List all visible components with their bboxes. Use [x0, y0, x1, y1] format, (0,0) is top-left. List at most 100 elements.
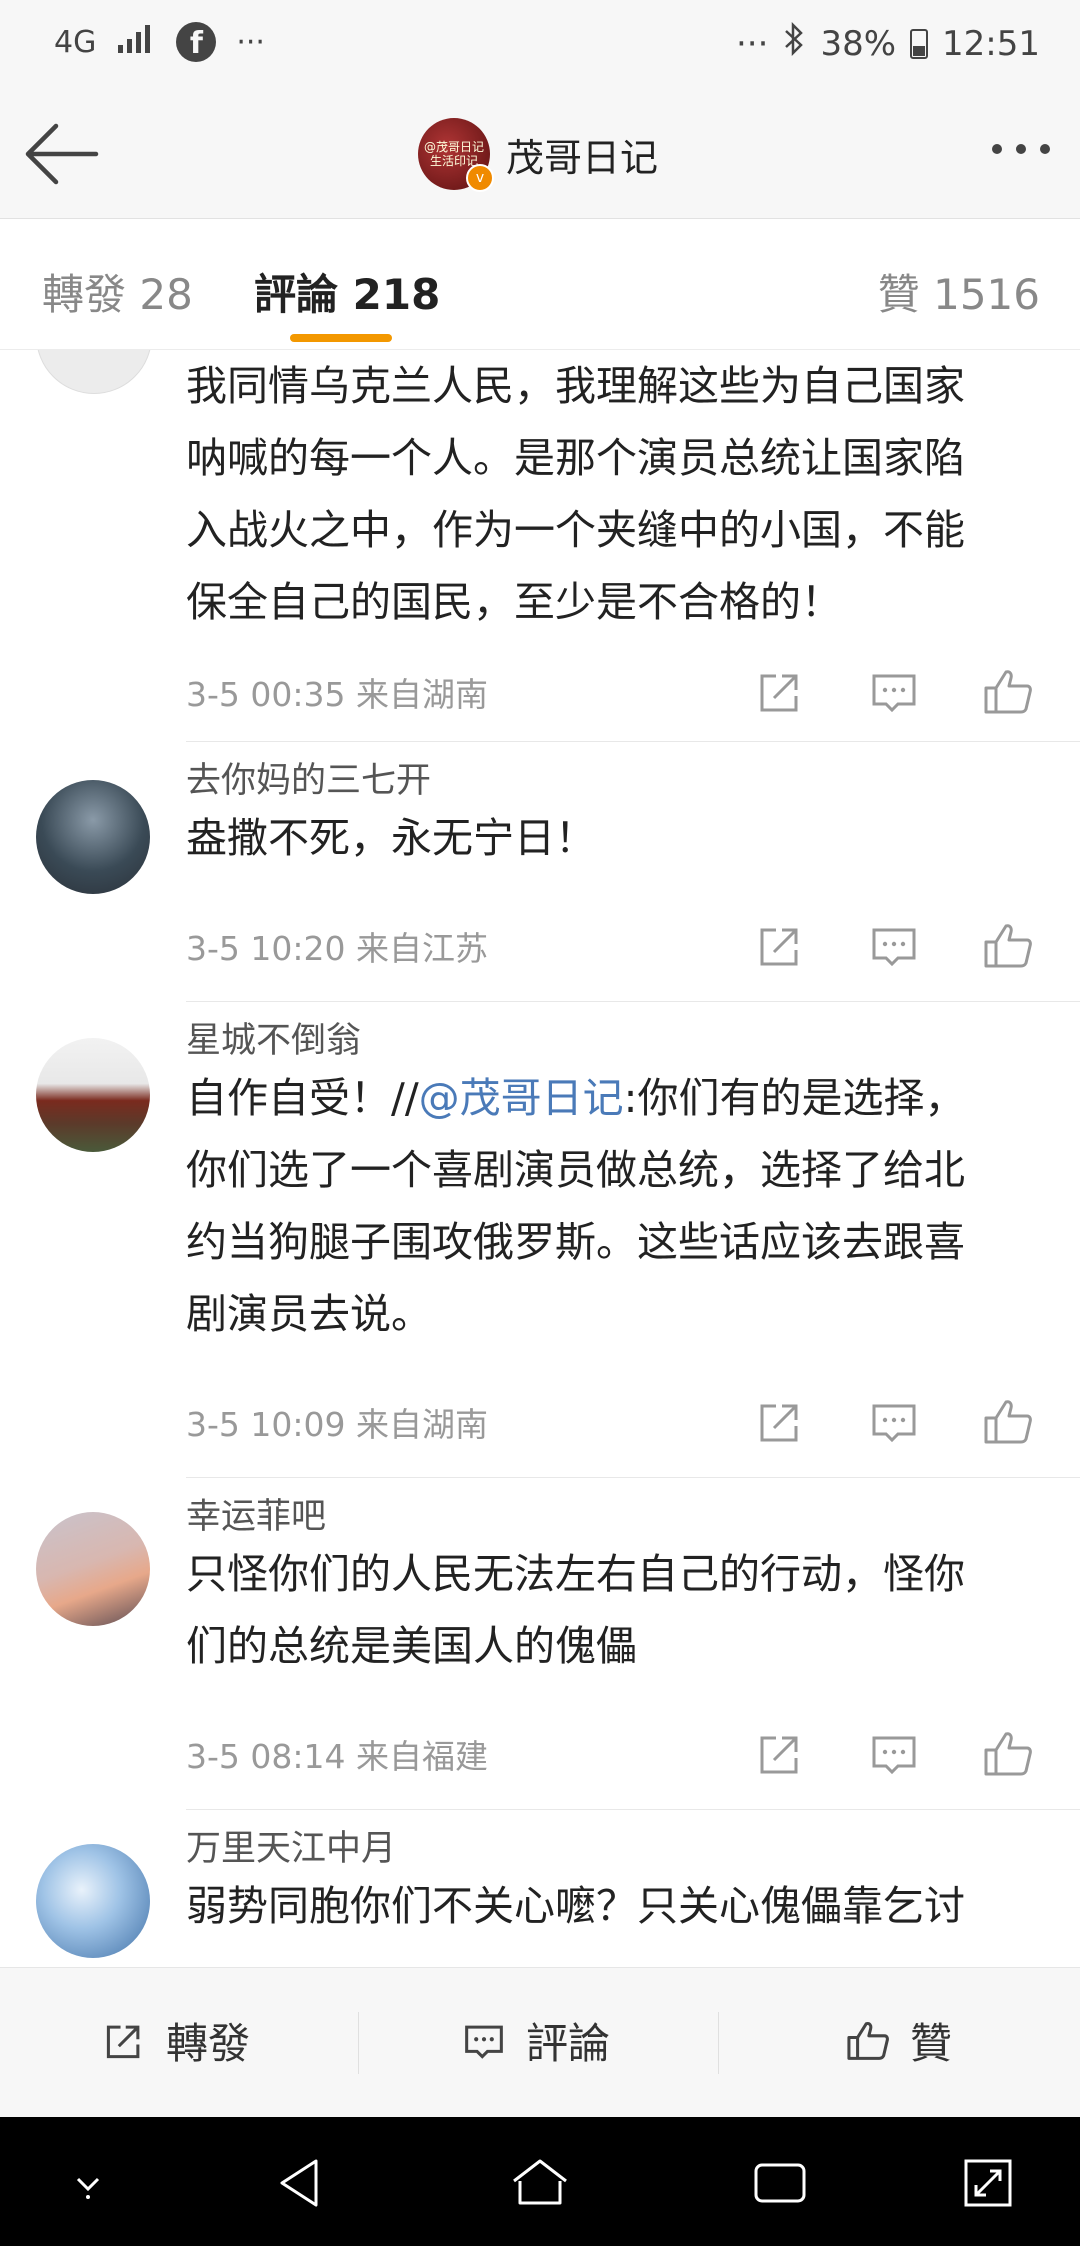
- more-notifications-icon: ···: [236, 24, 265, 60]
- share-icon[interactable]: [750, 1392, 810, 1452]
- tab-likes[interactable]: 贊 1516: [878, 261, 1040, 322]
- comment-meta: 3-5 10:20 来自江苏: [186, 929, 488, 968]
- comment-suffix: :你们有的是选择，: [623, 1074, 966, 1122]
- tab-comments[interactable]: 評論 218: [254, 261, 440, 322]
- comment-button[interactable]: 評論: [458, 2010, 610, 2071]
- comment-line: 入战火之中，作为一个夹缝中的小国，不能: [186, 506, 965, 554]
- account-avatar[interactable]: @茂哥日记 生活印记 v: [418, 118, 494, 192]
- tab-reposts[interactable]: 轉發 28: [42, 261, 193, 322]
- avatar[interactable]: [36, 1038, 150, 1152]
- verified-badge-icon: v: [466, 164, 494, 192]
- status-right: ··· 38% 12:51: [736, 21, 1040, 65]
- like-icon[interactable]: [978, 662, 1038, 722]
- comment-icon[interactable]: [864, 1392, 924, 1452]
- more-dot-icon: [1016, 144, 1026, 154]
- comment-content: 去你妈的三七开 盎撒不死，永无宁日！: [186, 760, 1046, 874]
- repost-label: 轉發: [166, 2019, 251, 2068]
- avatar[interactable]: [36, 350, 152, 394]
- comment-line: 呐喊的每一个人。是那个演员总统让国家陷: [186, 434, 965, 482]
- comment-username[interactable]: 去你妈的三七开: [186, 760, 1046, 802]
- divider: [186, 1809, 1080, 1810]
- chevron-down-icon: [76, 2177, 100, 2199]
- comment-prefix: 自作自受！//: [186, 1074, 419, 1122]
- signal-icon: [116, 23, 156, 61]
- comment-meta: 3-5 08:14 来自福建: [186, 1737, 488, 1776]
- comment-actions: [750, 1724, 1080, 1784]
- comment-meta: 3-5 10:09 来自湖南: [186, 1405, 488, 1444]
- back-triangle-icon: [280, 2159, 318, 2207]
- comment-line: 我同情乌克兰人民，我理解这些为自己国家: [186, 362, 965, 410]
- comment-meta: 3-5 00:35 来自湖南: [186, 675, 488, 714]
- home-icon: [513, 2159, 567, 2205]
- arrow-left-icon: [25, 123, 99, 185]
- divider: [358, 2012, 359, 2074]
- status-left: 4G f ···: [54, 22, 265, 62]
- comment-icon: [465, 2025, 503, 2059]
- comment-icon[interactable]: [864, 662, 924, 722]
- avatar[interactable]: [36, 780, 150, 894]
- divider: [718, 2012, 719, 2074]
- like-label: 贊: [910, 2019, 953, 2068]
- page-title: 茂哥日记: [506, 135, 659, 180]
- like-icon[interactable]: [978, 1724, 1038, 1784]
- comment-icon[interactable]: [864, 1724, 924, 1784]
- facebook-icon: f: [176, 22, 217, 62]
- tab-bar: 轉發 28 評論 218 贊 1516: [0, 219, 1080, 350]
- title-bar: @茂哥日记 生活印记 v 茂哥日记: [0, 92, 1080, 219]
- bottom-action-bar: 轉發 評論 贊: [0, 1967, 1080, 2118]
- nav-back-button[interactable]: [268, 2151, 332, 2215]
- nav-home-button[interactable]: [508, 2151, 572, 2215]
- account-header[interactable]: @茂哥日记 生活印记 v 茂哥日记: [418, 118, 659, 192]
- comment-line: 盎撒不死，永无宁日！: [186, 814, 596, 862]
- battery-icon: [910, 28, 929, 59]
- divider: [186, 1477, 1080, 1478]
- comment-username[interactable]: 星城不倒翁: [186, 1020, 1046, 1062]
- avatar[interactable]: [36, 1512, 150, 1626]
- hide-keyboard-button[interactable]: [56, 2151, 120, 2215]
- comment-content: 星城不倒翁 自作自受！//@茂哥日记:你们有的是选择， 你们选了一个喜剧演员做总…: [186, 1020, 1046, 1350]
- comment-line: 你们选了一个喜剧演员做总统，选择了给北: [186, 1146, 965, 1194]
- more-dot-icon: [1040, 144, 1050, 154]
- comment-line: 自作自受！//@茂哥日记:你们有的是选择，: [186, 1062, 1046, 1134]
- comment-label: 評論: [526, 2019, 611, 2068]
- share-icon[interactable]: [750, 1724, 810, 1784]
- bluetooth-icon: [782, 21, 806, 65]
- back-button[interactable]: [22, 118, 102, 190]
- like-icon[interactable]: [978, 916, 1038, 976]
- comment-line: 弱势同胞你们不关心嚒？只关心傀儡靠乞讨: [186, 1882, 965, 1930]
- comment-content: 万里天江中月 弱势同胞你们不关心嚒？只关心傀儡靠乞讨: [186, 1828, 1046, 1942]
- screen-resize-button[interactable]: [956, 2151, 1020, 2215]
- comment-line: 们的总统是美国人的傀儡: [186, 1622, 637, 1670]
- comment-line: 约当狗腿子围攻俄罗斯。这些话应该去跟喜: [186, 1218, 965, 1266]
- comment-username[interactable]: 幸运菲吧: [186, 1496, 1046, 1538]
- comment-actions: [750, 662, 1080, 722]
- like-icon[interactable]: [978, 1392, 1038, 1452]
- like-icon: [847, 2021, 889, 2060]
- comment-actions: [750, 1392, 1080, 1452]
- more-dot-icon: [992, 144, 1002, 154]
- share-icon[interactable]: [750, 662, 810, 722]
- comment-content: 幸运菲吧 只怪你们的人民无法左右自己的行动，怪你 们的总统是美国人的傀儡: [186, 1496, 1046, 1682]
- share-icon: [106, 2025, 140, 2058]
- comment-line: 剧演员去说。: [186, 1290, 432, 1338]
- comment-line: 保全自己的国民，至少是不合格的！: [186, 578, 842, 626]
- comment-username[interactable]: 万里天江中月: [186, 1828, 1046, 1870]
- status-bar: 4G f ··· ··· 38% 12:51: [0, 0, 1080, 92]
- comment-actions: [750, 916, 1080, 976]
- nav-recents-button[interactable]: [748, 2151, 812, 2215]
- divider: [186, 1001, 1080, 1002]
- battery-percent: 38%: [820, 23, 897, 64]
- divider: [186, 741, 1080, 742]
- more-options-button[interactable]: [992, 144, 1050, 154]
- comment-list[interactable]: 我同情乌克兰人民，我理解这些为自己国家 呐喊的每一个人。是那个演员总统让国家陷 …: [0, 350, 1080, 1967]
- comment-line: 只怪你们的人民无法左右自己的行动，怪你: [186, 1550, 965, 1598]
- repost-button[interactable]: 轉發: [98, 2010, 250, 2071]
- mention-link[interactable]: @茂哥日记: [419, 1074, 624, 1122]
- more-status-icon: ···: [736, 23, 769, 64]
- like-button[interactable]: 贊: [842, 2010, 952, 2071]
- system-nav-bar: [0, 2117, 1080, 2246]
- avatar[interactable]: [36, 1844, 150, 1958]
- share-icon[interactable]: [750, 916, 810, 976]
- clock: 12:51: [942, 23, 1040, 64]
- comment-icon[interactable]: [864, 916, 924, 976]
